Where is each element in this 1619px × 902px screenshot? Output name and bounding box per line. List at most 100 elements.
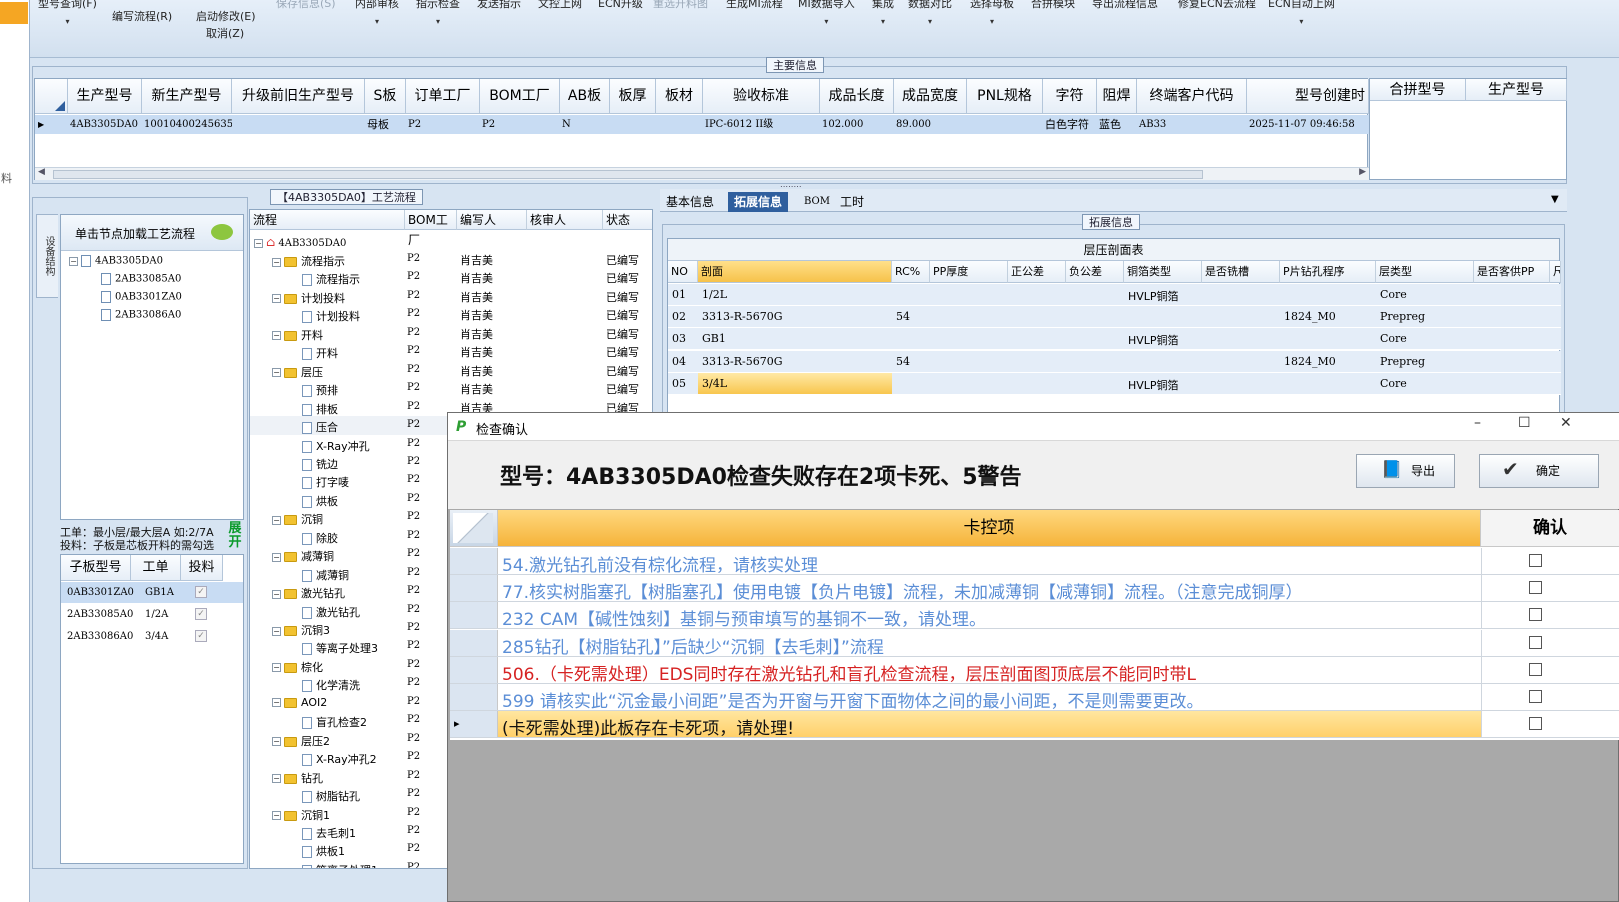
cell-ab-board[interactable]: N — [560, 115, 610, 134]
col-header-new-model[interactable]: 新生产型号 — [142, 79, 232, 114]
stackup-cell-layer[interactable]: Core — [1380, 377, 1407, 390]
stackup-cell-layer[interactable]: Prepreg — [1380, 310, 1425, 323]
control-row[interactable]: 54.激光钻孔前没有棕化流程，请核实处理 — [450, 548, 1619, 576]
cell-order-factory[interactable]: P2 — [406, 115, 480, 134]
tab-extended-info[interactable]: 拓展信息 — [728, 192, 789, 212]
toolbar-merge-module-button[interactable]: 合拼模块 — [1031, 0, 1075, 11]
control-row[interactable]: 599 请核实此“沉金最小间距”是否为开窗与开窗下面物体之间的最小间距，不是则需… — [450, 684, 1619, 712]
process-row[interactable]: − 流程指示 P2 肖吉美 已编写 — [250, 250, 652, 269]
toolbar-ecn-upgrade-button[interactable]: ECN升级 — [598, 0, 643, 11]
toolbar-generate-mi-button[interactable]: 生成MI流程 — [726, 0, 783, 11]
col-header-control-item[interactable]: 卡控项 — [498, 510, 1481, 547]
col-header-sub-model[interactable]: 子板型号 — [61, 555, 131, 581]
table-corner[interactable] — [450, 510, 498, 547]
toolbar-repair-ecn-button[interactable]: 修复ECN去流程 — [1178, 0, 1256, 11]
process-row[interactable]: − 开料 P2 肖吉美 已编写 — [250, 324, 652, 343]
col-header-work-order[interactable]: 工单 — [131, 555, 181, 581]
sub-model-cell[interactable]: 0AB3301ZA0 — [67, 587, 134, 598]
process-row[interactable]: 预排 P2 肖吉美 已编写 — [250, 379, 652, 398]
toolbar-ecn-auto-button[interactable]: ECN自动上网 ▾ — [1268, 0, 1335, 26]
col-header-merge-model[interactable]: 合拼型号 — [1370, 79, 1466, 101]
collapse-icon[interactable]: − — [272, 515, 281, 525]
collapse-icon[interactable]: − — [272, 774, 281, 784]
confirm-checkbox[interactable] — [1529, 554, 1542, 567]
col-header-material[interactable]: 板材 — [656, 79, 703, 114]
toolbar-mi-import-button[interactable]: MI数据导入 ▾ — [798, 0, 855, 26]
row-selector[interactable] — [450, 602, 498, 629]
confirm-button[interactable]: ✔ 确定 — [1479, 454, 1599, 488]
col-header-customer-code[interactable]: 终端客户代码 — [1137, 79, 1247, 114]
collapse-icon[interactable]: − — [272, 698, 281, 708]
cell-length[interactable]: 102.000 — [820, 115, 894, 134]
process-row[interactable]: 流程指示 P2 肖吉美 已编写 — [250, 268, 652, 287]
col-header-length[interactable]: 成品长度 — [820, 79, 894, 114]
expand-button[interactable]: 展开 — [226, 522, 244, 552]
sub-model-cell[interactable]: 2AB33085A0 — [67, 609, 133, 620]
confirm-checkbox[interactable] — [1529, 717, 1542, 731]
toolbar-integrate-button[interactable]: 集成 ▾ — [872, 0, 894, 26]
confirm-checkbox[interactable] — [1529, 635, 1542, 649]
stackup-cell-section[interactable]: GB1 — [702, 332, 726, 345]
col-header-pnl[interactable]: PNL规格 — [967, 79, 1043, 114]
col-header-plus-tol[interactable]: 正公差 — [1008, 261, 1066, 283]
row-selector[interactable] — [450, 684, 498, 710]
feed-checkbox[interactable]: ✓ — [195, 630, 207, 642]
feed-checkbox[interactable]: ✓ — [195, 586, 207, 598]
cell-character[interactable]: 白色字符 — [1043, 115, 1097, 134]
scrollbar-thumb[interactable] — [53, 170, 1203, 179]
stackup-row[interactable]: 01 1/2L HVLP铜箔 Core — [668, 284, 1561, 306]
collapse-icon[interactable]: − — [272, 552, 281, 562]
confirm-checkbox[interactable] — [1529, 690, 1542, 703]
col-header-proc-bom[interactable]: BOM工厂 — [405, 210, 457, 247]
col-header-reviewer[interactable]: 核审人 — [527, 210, 603, 230]
col-header-created[interactable]: 型号创建时 — [1247, 79, 1369, 114]
cell-solder-mask[interactable]: 蓝色 — [1097, 115, 1137, 134]
work-order-cell[interactable]: 3/4A — [145, 631, 168, 642]
col-header-writer[interactable]: 编写人 — [457, 210, 527, 230]
toolbar-query-button[interactable]: 型号查询(F) ▾ — [38, 0, 97, 26]
col-header-order-factory[interactable]: 订单工厂 — [406, 79, 480, 114]
toolbar-internal-review-button[interactable]: 内部审核 ▾ — [355, 0, 399, 26]
col-header-standard[interactable]: 验收标准 — [703, 79, 820, 114]
col-header-confirm[interactable]: 确认 — [1481, 510, 1619, 547]
stackup-cell-no[interactable]: 02 — [672, 310, 686, 323]
col-header-layer-type[interactable]: 层类型 — [1376, 261, 1474, 283]
col-header-size[interactable]: 尺 — [1550, 261, 1561, 283]
stackup-cell-copper[interactable]: HVLP铜箔 — [1128, 288, 1179, 304]
tab-bom[interactable]: BOM — [798, 192, 836, 212]
stackup-cell-drill[interactable]: 1824_M0 — [1284, 310, 1336, 323]
collapse-icon[interactable]: − — [272, 257, 281, 267]
toolbar-select-mother-button[interactable]: 选择母板 ▾ — [970, 0, 1014, 26]
work-order-cell[interactable]: 1/2A — [145, 609, 168, 620]
scroll-left-icon[interactable]: ◀ — [38, 167, 45, 177]
work-order-cell[interactable]: GB1A — [145, 587, 174, 598]
close-icon[interactable]: ✕ — [1560, 415, 1572, 431]
sub-model-cell[interactable]: 2AB33086A0 — [67, 631, 133, 642]
col-header-ab-board[interactable]: AB板 — [560, 79, 610, 114]
stackup-cell-drill[interactable]: 1824_M0 — [1284, 355, 1336, 368]
col-header-pp-thickness[interactable]: PP厚度 — [930, 261, 1008, 283]
stackup-row[interactable]: 03 GB1 HVLP铜箔 Core — [668, 328, 1561, 351]
col-header-character[interactable]: 字符 — [1043, 79, 1097, 114]
control-row[interactable]: 506.（卡死需处理）EDS同时存在激光钻孔和盲孔检查流程，层压剖面图顶底层不能… — [450, 656, 1619, 685]
toolbar-start-modify-button[interactable]: 启动修改(E) — [196, 8, 256, 24]
stackup-row[interactable]: 02 3313-R-5670G 54 1824_M0 Prepreg — [668, 306, 1561, 329]
col-header-thickness[interactable]: 板厚 — [610, 79, 656, 114]
stackup-cell-no[interactable]: 04 — [672, 355, 686, 368]
orange-tab[interactable] — [0, 2, 28, 24]
grid-corner[interactable] — [35, 79, 68, 114]
stackup-cell-section[interactable]: 1/2L — [702, 288, 727, 301]
stackup-row[interactable]: 04 3313-R-5670G 54 1824_M0 Prepreg — [668, 350, 1561, 373]
stackup-cell-section[interactable]: 3/4L — [702, 377, 727, 390]
collapse-icon[interactable]: − — [272, 663, 281, 673]
stackup-row[interactable]: 05 3/4L HVLP铜箔 Core — [668, 372, 1561, 395]
cell-width[interactable]: 89.000 — [894, 115, 967, 134]
toolbar-cancel-button[interactable]: 取消(Z) — [206, 25, 244, 41]
row-selector[interactable]: ▸ — [450, 711, 498, 738]
row-selector[interactable] — [450, 656, 498, 683]
stackup-cell-rc[interactable]: 54 — [896, 355, 910, 368]
stackup-cell-section[interactable]: 3313-R-5670G — [702, 355, 783, 368]
control-row[interactable]: 285钻孔【树脂钻孔】”后缺少“沉铜【去毛刺】”流程 — [450, 629, 1619, 658]
collapse-icon[interactable]: − — [272, 811, 281, 820]
col-header-status[interactable]: 状态 — [603, 210, 652, 230]
